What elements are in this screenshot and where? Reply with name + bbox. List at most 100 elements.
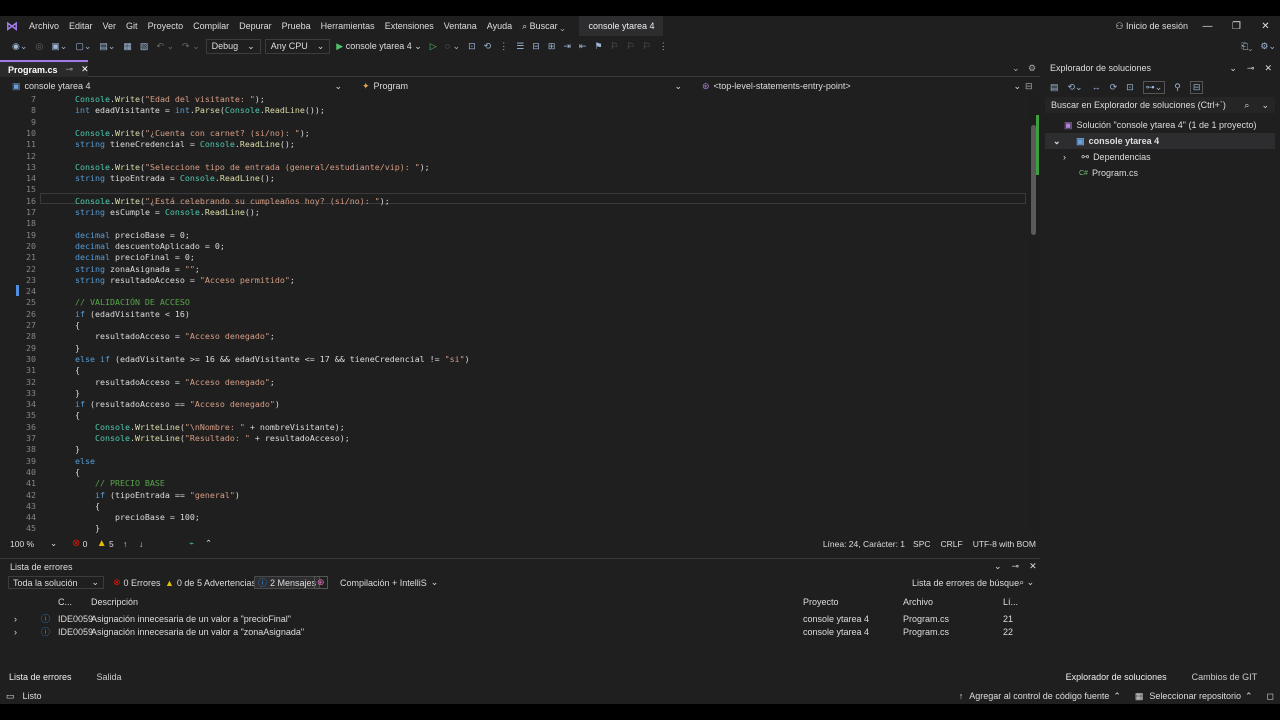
menu-item[interactable]: Prueba xyxy=(277,16,316,36)
code-line[interactable]: } xyxy=(75,388,80,399)
collapse-all-icon[interactable]: ⊡ xyxy=(1126,82,1134,93)
expand-chevron-icon[interactable]: ⌄ xyxy=(1053,136,1061,147)
menu-item[interactable]: Ventana xyxy=(439,16,482,36)
warning-count[interactable]: 5 xyxy=(109,539,123,549)
redo-icon[interactable]: ↷ ⌄ xyxy=(178,38,204,54)
indent-mode[interactable]: SPC xyxy=(913,539,930,549)
indent-icon[interactable]: ⇥ xyxy=(559,38,575,54)
toolbar-overflow-icon[interactable]: ⋮ xyxy=(655,38,672,54)
chevron-down-icon[interactable]: ⌄ xyxy=(50,538,72,549)
code-line[interactable]: resultadoAcceso = "Acceso denegado"; xyxy=(75,331,275,342)
code-line[interactable]: precioBase = 100; xyxy=(75,512,200,523)
code-line[interactable]: else if (edadVisitante >= 16 && edadVisi… xyxy=(75,354,470,365)
code-line[interactable]: if (edadVisitante < 16) xyxy=(75,309,190,320)
preview-icon[interactable]: ⊟ xyxy=(1189,80,1204,94)
code-line[interactable]: { xyxy=(75,410,80,421)
menu-item[interactable]: Ayuda xyxy=(482,16,517,36)
code-line[interactable]: } xyxy=(75,523,100,534)
config-dropdown[interactable]: Debug ⌄ xyxy=(205,38,261,54)
save-all-icon[interactable]: ▧ xyxy=(136,38,153,54)
code-line[interactable]: decimal precioBase = 0; xyxy=(75,230,190,241)
split-icon[interactable]: ⊟ xyxy=(1025,81,1033,92)
run-without-debug-icon[interactable]: ▷ xyxy=(426,38,441,54)
code-line[interactable]: Console.Write("Seleccione tipo de entrad… xyxy=(75,162,430,173)
minimize-icon[interactable]: — xyxy=(1193,21,1222,32)
nav-back-icon[interactable]: ◉⌄ xyxy=(8,38,31,54)
code-line[interactable]: string zonaAsignada = ""; xyxy=(75,264,200,275)
col-line[interactable]: Lí... xyxy=(1003,595,1018,608)
switch-views-icon[interactable]: ▤ xyxy=(1050,82,1059,93)
code-editor[interactable]: 7 Console.Write("Edad del visitante: "); 8… xyxy=(0,93,1028,534)
hot-reload-icon[interactable]: ◌ ⌄ xyxy=(441,38,464,54)
select-repository[interactable]: Seleccionar repositorio xyxy=(1149,691,1241,701)
settings-icon[interactable]: ⚙⌄ xyxy=(1256,38,1280,54)
signin-button[interactable]: ⚇ Inicio de sesión xyxy=(1110,16,1193,36)
run-button[interactable]: ▶ console ytarea 4 ⌄ xyxy=(332,38,426,54)
collapse-chevron-icon[interactable]: › xyxy=(1063,152,1066,162)
code-line[interactable]: Console.Write("Edad del visitante: "); xyxy=(75,94,265,105)
arrow-up-icon[interactable]: ↑ xyxy=(123,539,139,549)
code-line[interactable]: resultadoAcceso = "Acceso denegado"; xyxy=(75,377,275,388)
pin-icon[interactable]: ⊸ xyxy=(1012,561,1020,572)
chevron-up-icon[interactable]: ⌃ xyxy=(205,538,212,549)
format-icon[interactable]: ☰ xyxy=(512,38,528,54)
tree-dependencies[interactable]: › ⚯ Dependencias xyxy=(1045,149,1275,165)
code-line[interactable]: string tieneCredencial = Console.ReadLin… xyxy=(75,139,295,150)
more-icon[interactable]: ⋮ xyxy=(495,38,512,54)
expand-row-icon[interactable]: › xyxy=(14,612,17,625)
menu-item[interactable]: Herramientas xyxy=(316,16,380,36)
cursor-position[interactable]: Línea: 24, Carácter: 1 xyxy=(823,539,905,549)
sync-icon[interactable]: ⟲ xyxy=(480,38,496,54)
code-line[interactable]: string tipoEntrada = Console.ReadLine(); xyxy=(75,173,275,184)
chevron-down-icon[interactable]: ⌄ xyxy=(994,561,1002,572)
sync-icon[interactable]: ⟲⌄ xyxy=(1068,82,1083,93)
error-description[interactable]: Asignación innecesaria de un valor a "pr… xyxy=(91,612,291,625)
code-line[interactable]: } xyxy=(75,444,80,455)
bookmark-next-icon[interactable]: ⚐ xyxy=(623,38,639,54)
undo-icon[interactable]: ↶ ⌄ xyxy=(152,38,178,54)
error-icon[interactable]: ⊗ xyxy=(72,538,80,549)
tree-solution[interactable]: ▣ Solución "console ytarea 4" (1 de 1 pro… xyxy=(1045,117,1275,133)
tab-close-icon[interactable]: ✕ xyxy=(81,64,89,75)
tab-output[interactable]: Salida xyxy=(97,672,122,682)
arrow-down-icon[interactable]: ↓ xyxy=(139,539,189,549)
menu-item[interactable]: Compilar xyxy=(188,16,234,36)
menu-item[interactable]: Extensiones xyxy=(380,16,439,36)
live-share-icon[interactable]: ⎗⌄ xyxy=(1237,38,1256,54)
zoom-level[interactable]: 100 % xyxy=(10,539,50,549)
code-line[interactable]: int edadVisitante = int.Parse(Console.Re… xyxy=(75,105,325,116)
filter-icon[interactable]: ⊕ xyxy=(314,576,328,589)
nav-forward-icon[interactable]: ◎ xyxy=(31,38,47,54)
pin-icon[interactable]: ⊸ xyxy=(66,64,74,75)
col-code[interactable]: C... xyxy=(58,595,72,608)
class-dropdown[interactable]: ✦ Program ⌄ xyxy=(350,79,690,93)
warnings-filter[interactable]: ▲ 0 de 5 Advertencias xyxy=(165,576,256,589)
code-line[interactable]: { xyxy=(75,320,80,331)
error-search-input[interactable]: Lista de errores de búsque ⌕ ⌄ xyxy=(908,576,1036,589)
properties-icon[interactable]: ⚲ xyxy=(1174,82,1181,93)
tab-list-icon[interactable]: ⌄ xyxy=(1012,63,1020,74)
tab-solution-explorer[interactable]: Explorador de soluciones xyxy=(1066,672,1167,682)
error-description[interactable]: Asignación innecesaria de un valor a "zo… xyxy=(91,625,304,638)
project-dropdown[interactable]: ▣ console ytarea 4 ⌄ xyxy=(0,79,350,93)
pending-changes-icon[interactable]: ⊶⌄ xyxy=(1142,80,1166,94)
code-line[interactable]: // VALIDACIÓN DE ACCESO xyxy=(75,297,190,308)
save-icon[interactable]: ▦ xyxy=(119,38,136,54)
chevron-down-icon[interactable]: ⌄ xyxy=(1261,100,1269,111)
tab-git-changes[interactable]: Cambios de GIT xyxy=(1192,672,1258,682)
tree-program-cs[interactable]: C# Program.cs xyxy=(1045,165,1275,181)
col-description[interactable]: Descripción xyxy=(91,595,138,608)
search-menu[interactable]: ⌕ Buscar ⌄ xyxy=(517,16,569,36)
new-project-icon[interactable]: ▣⌄ xyxy=(47,38,71,54)
bookmark-icon[interactable]: ⚑ xyxy=(590,38,606,54)
close-icon[interactable]: ✕ xyxy=(1029,561,1037,572)
browse-icon[interactable]: ⊡ xyxy=(464,38,480,54)
new-file-icon[interactable]: ▢⌄ xyxy=(71,38,95,54)
col-file[interactable]: Archivo xyxy=(903,595,933,608)
errors-filter[interactable]: ⊗ 0 Errores xyxy=(113,576,161,589)
code-line[interactable]: Console.WriteLine("Resultado: " + result… xyxy=(75,433,350,444)
open-icon[interactable]: ▤⌄ xyxy=(95,38,119,54)
build-source-dropdown[interactable]: Compilación + IntelliS ⌄ xyxy=(340,576,438,589)
menu-item[interactable]: Archivo xyxy=(24,16,64,36)
warning-icon[interactable]: ▲ xyxy=(97,538,107,549)
